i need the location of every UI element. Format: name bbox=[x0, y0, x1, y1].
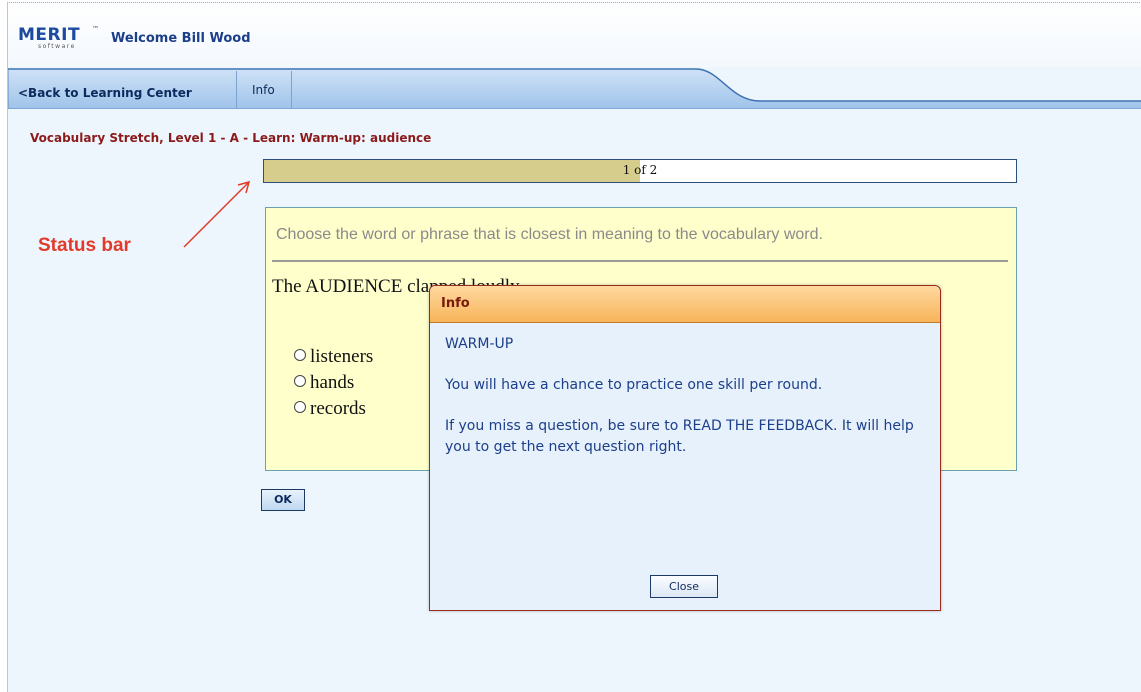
status-bar-text: 1 of 2 bbox=[622, 163, 658, 177]
nav-divider bbox=[236, 71, 237, 109]
header: MERIT ™ software Welcome Bill Wood bbox=[8, 3, 1141, 67]
radio-button-icon[interactable] bbox=[294, 349, 306, 361]
status-bar: 1 of 2 bbox=[263, 159, 1017, 183]
annotation-arrow-icon bbox=[183, 180, 251, 248]
back-to-learning-center-link[interactable]: <Back to Learning Center bbox=[18, 86, 192, 100]
merit-logo: MERIT ™ software bbox=[18, 25, 99, 55]
answer-option-records[interactable]: records bbox=[294, 398, 366, 420]
welcome-text: Welcome Bill Wood bbox=[111, 31, 251, 46]
info-dialog-title: Info bbox=[441, 296, 470, 311]
info-dialog-titlebar[interactable]: Info bbox=[430, 286, 940, 323]
close-button[interactable]: Close bbox=[650, 575, 718, 598]
info-dialog-heading: WARM-UP bbox=[445, 336, 514, 352]
logo-trademark: ™ bbox=[92, 25, 99, 33]
info-dialog-paragraph-1: You will have a chance to practice one s… bbox=[445, 377, 823, 393]
ok-button[interactable]: OK bbox=[261, 489, 305, 511]
logo-subtext: software bbox=[38, 43, 76, 50]
radio-button-icon[interactable] bbox=[294, 375, 306, 387]
activity-breadcrumb: Vocabulary Stretch, Level 1 - A - Learn:… bbox=[30, 131, 432, 145]
answer-option-label: listeners bbox=[310, 346, 374, 367]
answer-option-listeners[interactable]: listeners bbox=[294, 346, 373, 368]
app-frame: MERIT ™ software Welcome Bill Wood <Back… bbox=[7, 2, 1141, 692]
annotation-label: Status bar bbox=[38, 235, 131, 256]
logo-text: MERIT bbox=[18, 25, 81, 45]
answer-option-label: hands bbox=[310, 372, 355, 393]
nav-divider bbox=[291, 71, 292, 109]
radio-button-icon[interactable] bbox=[294, 401, 306, 413]
info-dialog-body: WARM-UP You will have a chance to practi… bbox=[445, 334, 915, 478]
answer-option-label: records bbox=[310, 398, 366, 419]
question-instruction: Choose the word or phrase that is closes… bbox=[276, 226, 823, 243]
info-dialog-paragraph-2: If you miss a question, be sure to READ … bbox=[445, 418, 914, 455]
info-dialog: Info WARM-UP You will have a chance to p… bbox=[429, 285, 941, 611]
answer-option-hands[interactable]: hands bbox=[294, 372, 354, 394]
question-divider bbox=[272, 260, 1008, 262]
nav-info-tab[interactable]: Info bbox=[252, 83, 275, 97]
